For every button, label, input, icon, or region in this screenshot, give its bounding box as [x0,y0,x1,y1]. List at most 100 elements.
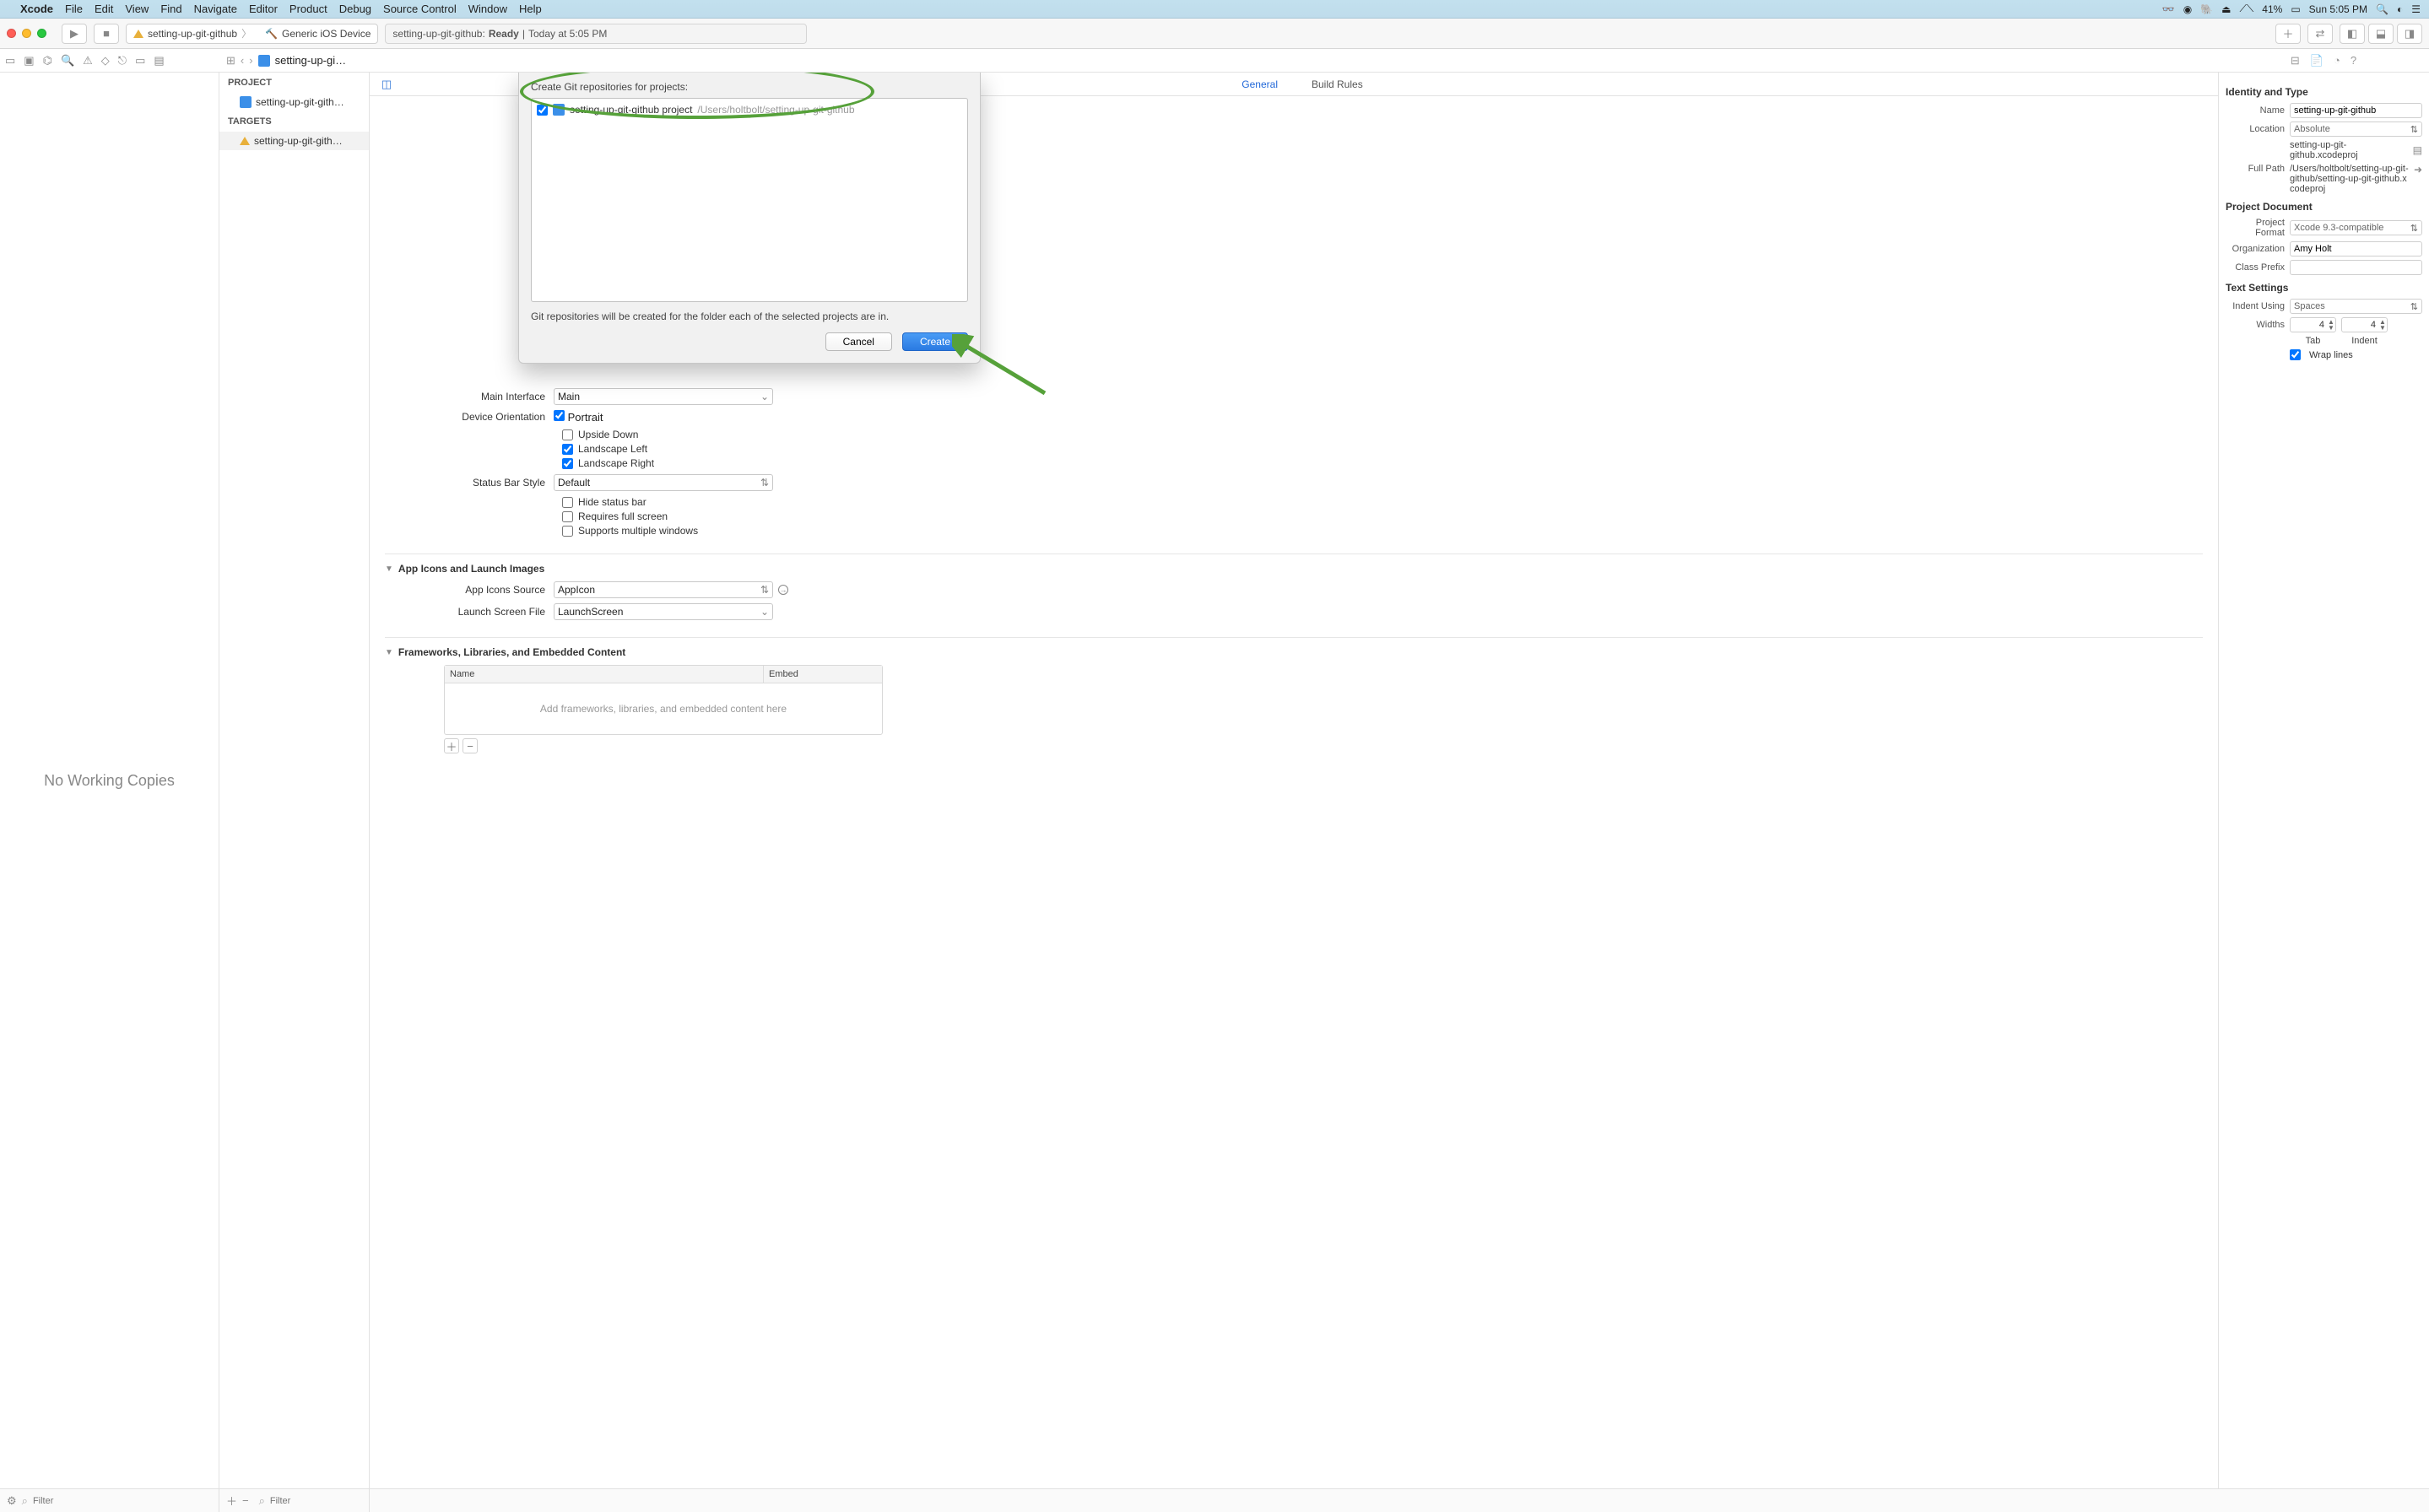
glasses-icon[interactable]: 👓 [2162,3,2175,15]
adjust-editor-icon[interactable]: ⊟ [2291,54,2300,68]
forward-button[interactable]: › [249,54,252,67]
scheme-selector[interactable]: setting-up-git-github〉 🔨Generic iOS Devi… [126,24,378,44]
orientation-label: Device Orientation [385,411,554,423]
disclosure-icon[interactable]: ▼ [385,564,393,574]
orientation-portrait[interactable] [554,410,565,421]
file-inspector-icon[interactable]: 📄 [2310,54,2324,68]
class-prefix-field[interactable] [2290,260,2422,275]
history-inspector-icon[interactable]: ◔ [2334,54,2340,67]
launch-file-field[interactable]: LaunchScreen⌄ [554,603,773,620]
tab-general[interactable]: General [1242,78,1278,90]
menu-editor[interactable]: Editor [249,3,278,15]
menu-find[interactable]: Find [160,3,181,15]
menu-file[interactable]: File [65,3,83,15]
menu-debug[interactable]: Debug [339,3,371,15]
supports-multiple-windows-checkbox[interactable] [562,526,573,537]
nav-reports-icon[interactable]: ▤ [154,54,164,68]
main-interface-field[interactable]: Main⌄ [554,388,773,405]
create-button[interactable]: Create [902,332,968,351]
location-select[interactable]: Absolute⇅ [2290,122,2422,137]
projects-listbox[interactable]: setting-up-git-github project /Users/hol… [531,98,968,302]
stop-button[interactable]: ■ [94,24,119,44]
menu-navigate[interactable]: Navigate [194,3,237,15]
back-button[interactable]: ‹ [241,54,244,67]
nav-breakpoints-icon[interactable]: ▭ [135,54,145,68]
indent-using-select[interactable]: Spaces⇅ [2290,299,2422,314]
notification-center-icon[interactable]: ☰ [2411,3,2421,15]
organization-field[interactable] [2290,241,2422,256]
tab-build-rules[interactable]: Build Rules [1312,78,1363,90]
toggle-navigator-button[interactable]: ◧ [2340,24,2365,44]
project-format-select[interactable]: Xcode 9.3-compatible⇅ [2290,220,2422,235]
indent-width-stepper[interactable]: 4▲▼ [2341,317,2388,332]
menu-view[interactable]: View [125,3,149,15]
menu-product[interactable]: Product [289,3,327,15]
tab-width-stepper[interactable]: 4▲▼ [2290,317,2336,332]
run-button[interactable]: ▶ [62,24,87,44]
orientation-upside-down[interactable] [562,429,573,440]
clock[interactable]: Sun 5:05 PM [2309,3,2367,15]
project-header: PROJECT [219,73,369,93]
menu-help[interactable]: Help [519,3,542,15]
nav-folder-icon[interactable]: ▭ [5,54,15,68]
identity-name-field[interactable] [2290,103,2422,118]
navigator-filter[interactable] [33,1496,212,1506]
target-row[interactable]: setting-up-git-gith… [219,132,369,150]
jump-bar-file[interactable]: setting-up-gi… [275,54,347,67]
cancel-button[interactable]: Cancel [825,332,892,351]
remove-framework-button[interactable]: − [463,738,478,753]
menu-source-control[interactable]: Source Control [383,3,457,15]
gear-icon[interactable]: ⚙ [7,1494,17,1508]
library-add-button[interactable]: ＋ [2275,24,2301,44]
related-items-icon[interactable]: ⊞ [226,54,235,68]
wifi-icon[interactable]: ⟋⟍ [2239,3,2253,15]
statusbar-style-select[interactable]: Default⇅ [554,474,773,491]
close-window-icon[interactable] [7,29,16,38]
nav-symbol-icon[interactable]: ▣ [24,54,34,68]
reveal-folder-icon[interactable]: ▤ [2413,144,2422,156]
remove-target-icon[interactable]: − [242,1494,249,1507]
menu-app[interactable]: Xcode [20,3,53,15]
add-framework-button[interactable]: ＋ [444,738,459,753]
nav-search-icon[interactable]: 🔍 [61,54,74,68]
menu-edit[interactable]: Edit [95,3,113,15]
project-path: /Users/holtbolt/setting-up-git-github [697,104,854,116]
outline-toggle-icon[interactable]: ◫ [378,78,395,91]
nav-issues-icon[interactable]: ⚠ [83,54,93,68]
col-name[interactable]: Name [445,666,764,683]
orientation-landscape-right[interactable] [562,458,573,469]
reveal-path-icon[interactable]: ➜ [2414,164,2422,176]
orientation-landscape-left[interactable] [562,444,573,455]
help-inspector-icon[interactable]: ? [2351,54,2356,67]
filter-icon[interactable]: ⌕ [22,1494,28,1508]
add-target-icon[interactable]: ＋ [226,1493,237,1509]
col-embed[interactable]: Embed [764,666,882,683]
nav-debug-icon[interactable]: ⎋ [118,54,127,68]
requires-full-screen-checkbox[interactable] [562,511,573,522]
project-row[interactable]: setting-up-git-gith… [219,93,369,111]
airplay-icon[interactable]: ⏏ [2221,3,2231,15]
spotlight-icon[interactable]: 🔍 [2376,3,2388,15]
minimize-window-icon[interactable] [22,29,31,38]
nav-tests-icon[interactable]: ◇ [101,54,110,68]
xcode-toolbar: ▶ ■ setting-up-git-github〉 🔨Generic iOS … [0,19,2429,49]
menu-window[interactable]: Window [468,3,507,15]
siri-icon[interactable]: ◐ [2397,3,2403,15]
toggle-inspector-button[interactable]: ◨ [2397,24,2422,44]
disclosure-icon[interactable]: ▼ [385,648,393,657]
appicons-select[interactable]: AppIcon⇅ [554,581,773,598]
nav-hierarchy-icon[interactable]: ⌬ [43,54,52,68]
code-review-button[interactable]: ⇄ [2307,24,2333,44]
filter-icon[interactable]: ⌕ [259,1494,265,1508]
hide-status-bar-checkbox[interactable] [562,497,573,508]
frameworks-empty: Add frameworks, libraries, and embedded … [445,683,882,734]
record-icon[interactable]: ◉ [2183,3,2192,15]
battery-icon[interactable]: ▭ [2291,3,2300,15]
appicons-add-icon[interactable]: → [778,585,788,595]
project-checkbox[interactable] [537,105,548,116]
toggle-debug-area-button[interactable]: ⬓ [2368,24,2394,44]
zoom-window-icon[interactable] [37,29,46,38]
wrap-lines-checkbox[interactable] [2290,349,2301,360]
evernote-icon[interactable]: 🐘 [2200,3,2213,15]
project-checkbox-row[interactable]: setting-up-git-github project /Users/hol… [535,102,964,117]
